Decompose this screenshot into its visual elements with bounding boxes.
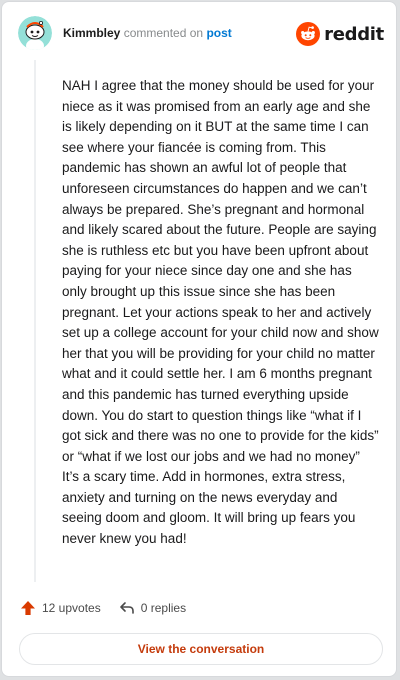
reply-arrow-icon <box>119 602 134 614</box>
thread-line <box>34 60 36 582</box>
reddit-logo[interactable]: reddit <box>296 22 384 46</box>
reddit-logo-icon <box>296 22 321 46</box>
avatar[interactable] <box>18 16 52 50</box>
post-link[interactable]: post <box>206 26 231 40</box>
action-text: commented on <box>123 26 204 40</box>
reply-count: 0 replies <box>140 601 187 615</box>
view-conversation-button[interactable]: View the conversation <box>19 633 383 665</box>
author-name[interactable]: Kimmbley <box>63 26 120 40</box>
comment-meta: Kimmbley commented on post <box>63 26 232 40</box>
snoo-avatar-icon <box>18 16 52 50</box>
upvote-count: 12 upvotes <box>42 601 101 615</box>
comment-header: Kimmbley commented on post reddit <box>18 16 386 52</box>
upvote-button[interactable]: 12 upvotes <box>20 600 101 616</box>
reply-button[interactable]: 0 replies <box>119 600 186 616</box>
reddit-wordmark: reddit <box>324 23 384 45</box>
comment-card: Kimmbley commented on post reddit NAH I … <box>1 1 397 677</box>
upvote-arrow-icon <box>21 601 35 615</box>
comment-body: NAH I agree that the money should be use… <box>62 78 379 547</box>
comment-actions: 12 upvotes 0 replies <box>20 598 204 618</box>
